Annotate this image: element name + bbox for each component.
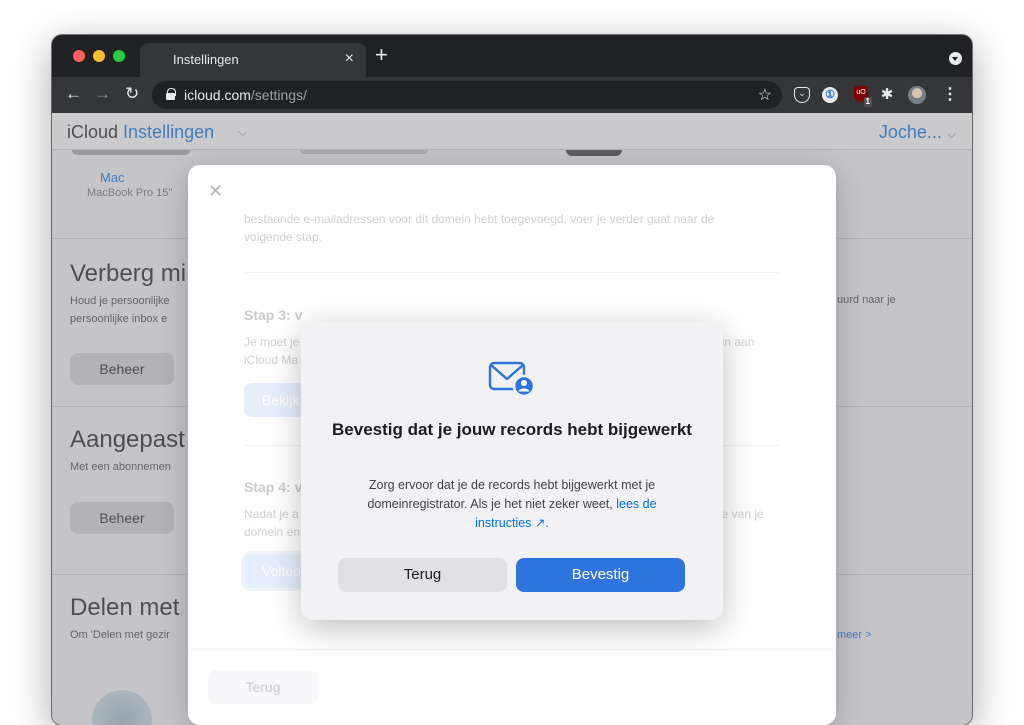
browser-window: Instellingen × + ← → ↻ icloud.com/settin… bbox=[52, 35, 972, 725]
dialog-message: Zorg ervoor dat je de records hebt bijge… bbox=[367, 478, 657, 530]
confirm-button[interactable]: Bevestig bbox=[516, 558, 685, 592]
minimize-window-button[interactable] bbox=[93, 50, 105, 62]
back-icon[interactable]: ← bbox=[65, 84, 82, 104]
tab-title: Instellingen bbox=[173, 52, 239, 67]
forward-icon[interactable]: → bbox=[94, 84, 111, 104]
tab-search-icon[interactable] bbox=[949, 52, 962, 65]
back-button[interactable]: Terug bbox=[338, 558, 507, 592]
new-tab-button[interactable]: + bbox=[375, 44, 388, 66]
page: iCloud Instellingen ⌵ Joche... ⌵ Mac Mac… bbox=[52, 113, 972, 725]
browser-toolbar: ← → ↻ icloud.com/settings/ ☆ ⌄ ① uO 1 ✱ ⋮ bbox=[52, 77, 972, 113]
dialog-title: Bevestig dat je jouw records hebt bijgew… bbox=[332, 420, 692, 439]
lock-icon[interactable] bbox=[166, 88, 176, 100]
zoom-window-button[interactable] bbox=[113, 50, 125, 62]
bookmark-star-icon[interactable]: ☆ bbox=[758, 85, 772, 105]
ublock-extension-icon[interactable]: uO 1 bbox=[851, 85, 872, 107]
address-bar[interactable]: icloud.com/settings/ ☆ bbox=[152, 81, 782, 109]
envelope-person-icon bbox=[488, 361, 536, 398]
profile-avatar[interactable] bbox=[907, 85, 927, 105]
close-window-button[interactable] bbox=[73, 50, 85, 62]
ublock-badge: 1 bbox=[863, 97, 872, 107]
tab-instellingen[interactable]: Instellingen × bbox=[140, 43, 366, 77]
menu-more-icon[interactable]: ⋮ bbox=[940, 85, 960, 105]
confirm-records-dialog: Bevestig dat je jouw records hebt bijgew… bbox=[301, 322, 723, 620]
reload-icon[interactable]: ↻ bbox=[125, 84, 139, 104]
url-text: icloud.com/settings/ bbox=[184, 87, 307, 103]
pocket-extension-icon[interactable]: ⌄ bbox=[792, 85, 812, 105]
close-tab-icon[interactable]: × bbox=[345, 50, 354, 68]
password-manager-extension-icon[interactable]: ① bbox=[820, 85, 840, 105]
apple-icon bbox=[153, 52, 167, 66]
extensions-puzzle-icon[interactable]: ✱ bbox=[877, 85, 897, 105]
tab-strip: Instellingen × + bbox=[52, 35, 972, 77]
